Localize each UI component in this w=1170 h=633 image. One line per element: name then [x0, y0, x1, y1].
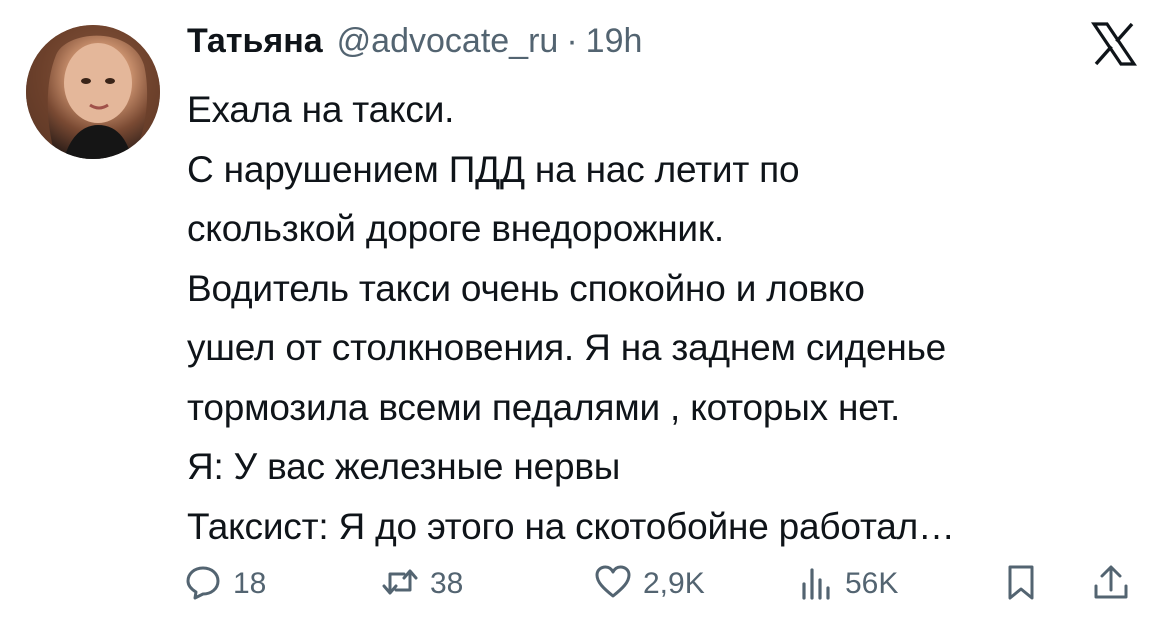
tweet-header: Татьяна @advocate_ru · 19h — [187, 22, 642, 66]
header-separator: · — [566, 22, 578, 60]
views-chart-icon — [795, 562, 835, 607]
author-handle[interactable]: @advocate_ru — [337, 22, 559, 61]
author-display-name[interactable]: Татьяна — [187, 22, 323, 61]
like-button[interactable]: 2,9K — [593, 558, 705, 610]
bookmark-icon — [1001, 562, 1041, 607]
heart-icon — [593, 562, 633, 607]
share-icon — [1091, 562, 1131, 607]
share-button[interactable] — [1091, 558, 1131, 610]
bookmark-button[interactable] — [1001, 558, 1041, 610]
reply-icon — [183, 562, 223, 607]
reply-button[interactable]: 18 — [183, 558, 266, 610]
tweet-text-line: Я: У вас железные нервы — [187, 446, 621, 487]
tweet-text-line: Водитель такси очень спокойно и ловко — [187, 267, 865, 309]
views-button[interactable]: 56K — [795, 558, 898, 610]
views-count: 56K — [845, 567, 899, 600]
tweet-text-line: С нарушением ПДД на нас летит по — [187, 148, 800, 190]
tweet-action-bar: 18 38 2,9K 56K — [183, 558, 1143, 610]
avatar-photo — [26, 25, 160, 159]
repost-icon — [380, 562, 420, 607]
avatar[interactable] — [26, 25, 160, 159]
x-logo-icon[interactable] — [1088, 18, 1140, 70]
repost-count: 38 — [430, 567, 464, 600]
tweet-text-line: Таксист: Я до этого на скотобойне работа… — [187, 505, 955, 547]
reply-count: 18 — [233, 567, 267, 600]
like-count: 2,9K — [643, 567, 705, 600]
tweet-text-line: Ехала на такси. — [187, 89, 455, 130]
tweet-text-line: тормозила всеми педалями , которых нет. — [187, 386, 901, 428]
tweet-text: Ехала на такси. С нарушением ПДД на нас … — [187, 80, 1147, 556]
tweet-text-line: ушел от столкновения. Я на заднем сидень… — [187, 327, 947, 368]
tweet-timestamp[interactable]: 19h — [586, 22, 643, 61]
repost-button[interactable]: 38 — [380, 558, 463, 610]
tweet-text-line: скользкой дороге внедорожник. — [187, 208, 724, 249]
